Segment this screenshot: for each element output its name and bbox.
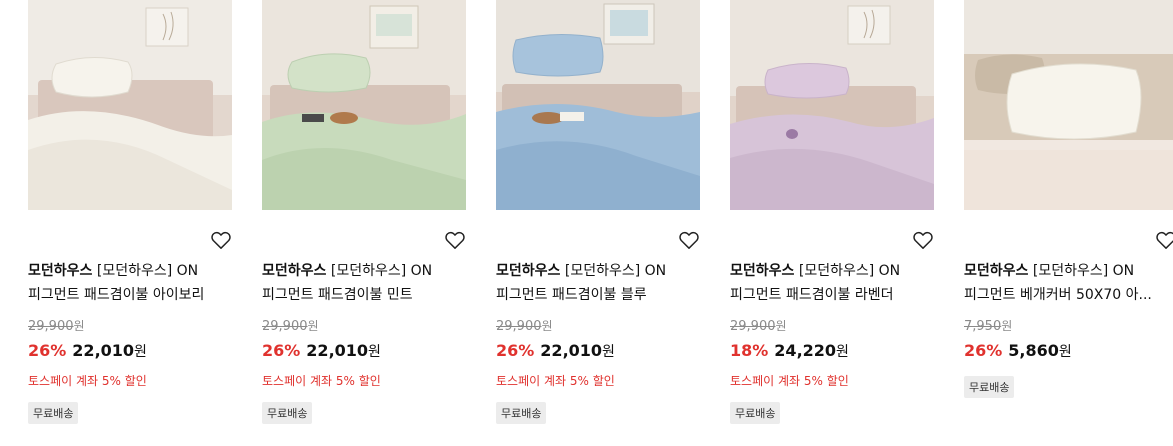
product-name-line1: [모던하우스] ON (798, 263, 901, 279)
discount-rate: 26% (964, 341, 1003, 360)
wishlist-heart-icon[interactable] (444, 230, 466, 250)
brand-name: 모던하우스 (964, 263, 1029, 279)
sale-price-value: 22,010 (72, 341, 135, 360)
original-price-value: 29,900 (730, 319, 776, 334)
promo-text: 토스페이 계좌 5% 할인 (496, 374, 615, 388)
original-price-unit: 원 (307, 319, 319, 333)
original-price: 29,900원 (496, 317, 553, 334)
product-image[interactable] (262, 0, 466, 210)
sale-price-value: 22,010 (306, 341, 369, 360)
promo-text: 토스페이 계좌 5% 할인 (730, 374, 849, 388)
original-price-value: 29,900 (28, 319, 74, 334)
product-image[interactable] (496, 0, 700, 210)
sale-price: 18% 24,220원 (730, 341, 849, 361)
original-price: 29,900원 (730, 317, 787, 334)
original-price: 7,950원 (964, 317, 1012, 334)
original-price: 29,900원 (28, 317, 85, 334)
product-image[interactable] (730, 0, 934, 210)
product-name-line1: [모던하우스] ON (96, 263, 199, 279)
brand-name: 모던하우스 (496, 263, 561, 279)
product-card[interactable]: 모던하우스 [모던하우스] ON 피그먼트 베개커버 50X70 아... 7,… (964, 0, 1173, 398)
product-name-line2: 피그먼트 베개커버 50X70 아... (964, 287, 1152, 303)
sale-price: 26% 5,860원 (964, 341, 1072, 361)
original-price-unit: 원 (541, 319, 553, 333)
product-image[interactable] (28, 0, 232, 210)
wishlist-heart-icon[interactable] (912, 230, 934, 250)
product-image[interactable] (964, 0, 1173, 210)
product-name-line2: 피그먼트 패드겸이불 라벤더 (730, 287, 894, 303)
sale-price: 26% 22,010원 (496, 341, 615, 361)
product-title[interactable]: 모던하우스 [모던하우스] ON 피그먼트 패드겸이불 아이보리 (28, 259, 238, 307)
product-card[interactable]: 모던하우스 [모던하우스] ON 피그먼트 패드겸이불 아이보리 29,900원… (28, 0, 232, 424)
original-price-unit: 원 (775, 319, 787, 333)
original-price-unit: 원 (1001, 319, 1013, 333)
promo-text: 토스페이 계좌 5% 할인 (28, 374, 147, 388)
sale-price-unit: 원 (1058, 344, 1072, 360)
free-shipping-badge: 무료배송 (28, 402, 79, 424)
product-name-line1: [모던하우스] ON (564, 263, 667, 279)
sale-price-unit: 원 (602, 344, 615, 360)
wishlist-heart-icon[interactable] (1155, 230, 1173, 250)
original-price-value: 29,900 (496, 319, 542, 334)
sale-price: 26% 22,010원 (262, 341, 381, 361)
sale-price-unit: 원 (836, 344, 849, 360)
sale-price-unit: 원 (368, 344, 381, 360)
product-name-line2: 피그먼트 패드겸이불 아이보리 (28, 287, 205, 303)
product-name-line2: 피그먼트 패드겸이불 블루 (496, 287, 647, 303)
discount-rate: 18% (730, 341, 769, 360)
discount-rate: 26% (496, 341, 535, 360)
discount-rate: 26% (28, 341, 67, 360)
original-price-value: 29,900 (262, 319, 308, 334)
product-card[interactable]: 모던하우스 [모던하우스] ON 피그먼트 패드겸이불 민트 29,900원 2… (262, 0, 466, 424)
brand-name: 모던하우스 (730, 263, 795, 279)
discount-rate: 26% (262, 341, 301, 360)
brand-name: 모던하우스 (28, 263, 93, 279)
sale-price-value: 22,010 (540, 341, 603, 360)
original-price-value: 7,950 (964, 319, 1002, 334)
product-card[interactable]: 모던하우스 [모던하우스] ON 피그먼트 패드겸이불 블루 29,900원 2… (496, 0, 700, 424)
original-price: 29,900원 (262, 317, 319, 334)
sale-price-value: 5,860 (1008, 341, 1059, 360)
product-title[interactable]: 모던하우스 [모던하우스] ON 피그먼트 베개커버 50X70 아... (964, 259, 1173, 307)
free-shipping-badge: 무료배송 (730, 402, 781, 424)
free-shipping-badge: 무료배송 (964, 376, 1015, 398)
sale-price: 26% 22,010원 (28, 341, 147, 361)
sale-price-unit: 원 (134, 344, 147, 360)
wishlist-heart-icon[interactable] (210, 230, 232, 250)
free-shipping-badge: 무료배송 (262, 402, 313, 424)
wishlist-heart-icon[interactable] (678, 230, 700, 250)
product-title[interactable]: 모던하우스 [모던하우스] ON 피그먼트 패드겸이불 블루 (496, 259, 706, 307)
product-name-line1: [모던하우스] ON (1032, 263, 1135, 279)
product-card[interactable]: 모던하우스 [모던하우스] ON 피그먼트 패드겸이불 라벤더 29,900원 … (730, 0, 934, 424)
product-name-line1: [모던하우스] ON (330, 263, 433, 279)
promo-text: 토스페이 계좌 5% 할인 (262, 374, 381, 388)
product-title[interactable]: 모던하우스 [모던하우스] ON 피그먼트 패드겸이불 민트 (262, 259, 472, 307)
original-price-unit: 원 (73, 319, 85, 333)
product-title[interactable]: 모던하우스 [모던하우스] ON 피그먼트 패드겸이불 라벤더 (730, 259, 940, 307)
product-name-line2: 피그먼트 패드겸이불 민트 (262, 287, 413, 303)
free-shipping-badge: 무료배송 (496, 402, 547, 424)
brand-name: 모던하우스 (262, 263, 327, 279)
sale-price-value: 24,220 (774, 341, 837, 360)
